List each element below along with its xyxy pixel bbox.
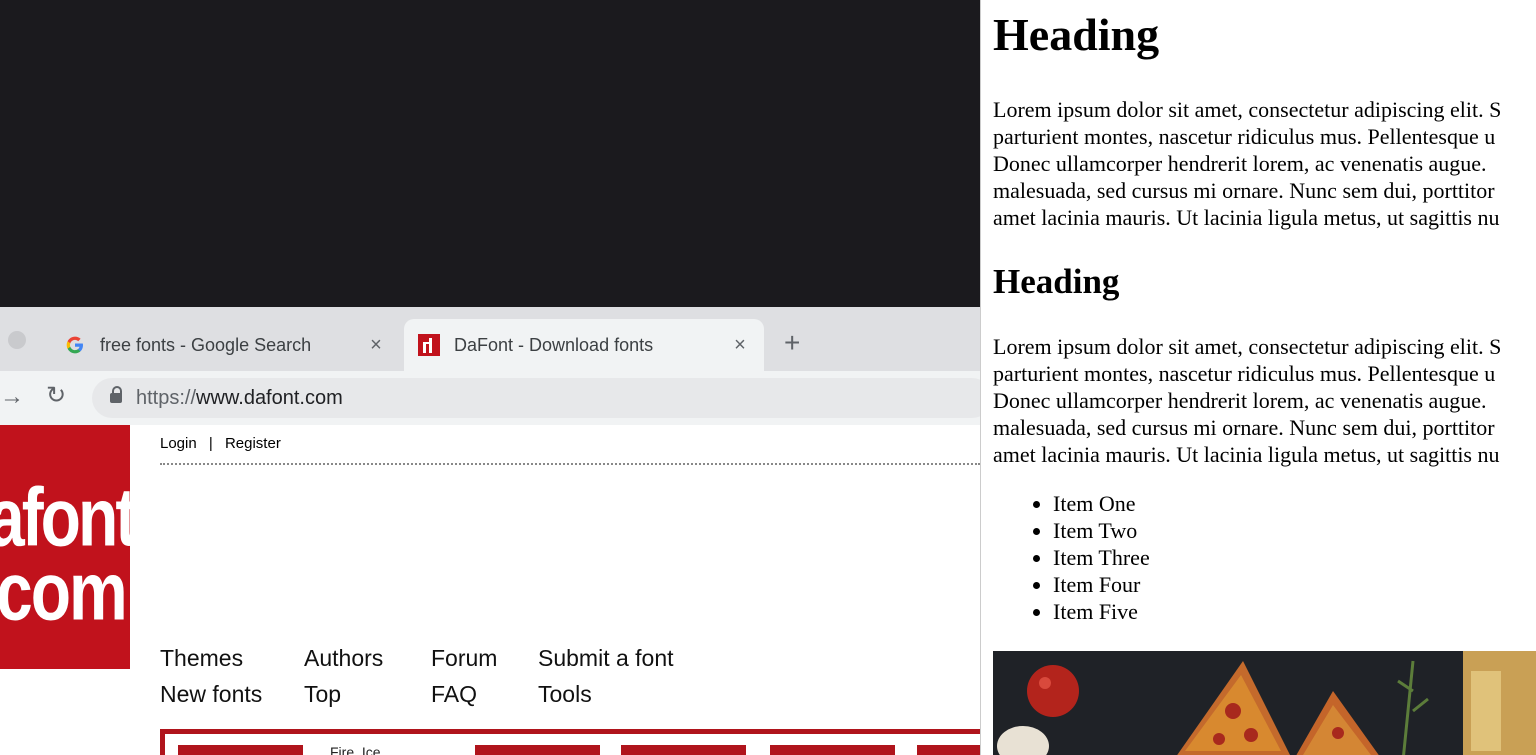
url-text: https://www.dafont.com bbox=[136, 387, 343, 410]
heading-1: Heading bbox=[993, 9, 1160, 60]
list-item: Item One bbox=[1053, 490, 1150, 517]
window-control-icon[interactable] bbox=[8, 331, 26, 349]
tomato-shape bbox=[1027, 665, 1079, 717]
close-icon[interactable]: × bbox=[364, 334, 388, 357]
menu-item-forum[interactable]: Forum bbox=[431, 645, 497, 672]
browser-window: free fonts - Google Search × DaFont - Do… bbox=[0, 307, 980, 755]
category-bar: Fire, Ice bbox=[160, 729, 980, 755]
category-text[interactable]: Fire, Ice bbox=[330, 744, 381, 755]
auth-links: Login | Register bbox=[160, 435, 289, 452]
lock-icon bbox=[110, 386, 122, 404]
menu-item-top[interactable]: Top bbox=[304, 681, 341, 708]
address-bar[interactable]: https://www.dafont.com bbox=[92, 378, 980, 418]
list-item: Item Five bbox=[1053, 598, 1150, 625]
heading-2: Heading bbox=[993, 262, 1120, 301]
category-cell[interactable] bbox=[917, 745, 980, 755]
tab-google-search[interactable]: free fonts - Google Search × bbox=[50, 319, 400, 371]
dafont-logo[interactable]: afont com bbox=[0, 425, 130, 669]
item-list: Item One Item Two Item Three Item Four I… bbox=[993, 490, 1150, 625]
list-item: Item Three bbox=[1053, 544, 1150, 571]
menu-item-authors[interactable]: Authors bbox=[304, 645, 383, 672]
pizza-photo bbox=[993, 651, 1536, 755]
category-cell[interactable] bbox=[770, 745, 895, 755]
list-item: Item Two bbox=[1053, 517, 1150, 544]
close-icon[interactable]: × bbox=[728, 334, 752, 357]
preview-window: Heading Lorem ipsum dolor sit amet, cons… bbox=[980, 0, 1536, 755]
menu-item-submit-font[interactable]: Submit a font bbox=[538, 645, 674, 672]
google-g-icon bbox=[64, 334, 86, 356]
category-cell[interactable] bbox=[621, 745, 746, 755]
reload-icon[interactable]: ↻ bbox=[46, 381, 66, 410]
tab-title: free fonts - Google Search bbox=[100, 334, 312, 355]
url-host: www.dafont.com bbox=[196, 386, 343, 409]
category-cell[interactable] bbox=[475, 745, 600, 755]
menu-item-tools[interactable]: Tools bbox=[538, 681, 592, 708]
paragraph-2: Lorem ipsum dolor sit amet, consectetur … bbox=[993, 334, 1502, 467]
tab-title: DaFont - Download fonts bbox=[454, 334, 654, 355]
logo-line-2: com bbox=[0, 544, 128, 637]
url-scheme: https:// bbox=[136, 386, 197, 409]
dark-background-area bbox=[0, 0, 980, 307]
register-link[interactable]: Register bbox=[225, 435, 281, 452]
menu-item-themes[interactable]: Themes bbox=[160, 645, 243, 672]
menu-item-new-fonts[interactable]: New fonts bbox=[160, 681, 262, 708]
dafont-page: afont com Login | Register Themes Author… bbox=[0, 425, 980, 755]
auth-separator: | bbox=[208, 435, 213, 452]
tab-strip: free fonts - Google Search × DaFont - Do… bbox=[0, 307, 980, 371]
login-link[interactable]: Login bbox=[160, 435, 197, 452]
menu-item-faq[interactable]: FAQ bbox=[431, 681, 477, 708]
dotted-divider bbox=[160, 463, 980, 465]
browser-toolbar: → ↻ https://www.dafont.com bbox=[0, 371, 980, 426]
forward-arrow-icon[interactable]: → bbox=[0, 383, 24, 411]
tab-dafont[interactable]: DaFont - Download fonts × bbox=[404, 319, 764, 371]
paragraph-1: Lorem ipsum dolor sit amet, consectetur … bbox=[993, 97, 1502, 230]
category-cell[interactable] bbox=[178, 745, 303, 755]
dafont-favicon-icon bbox=[418, 334, 440, 356]
list-item: Item Four bbox=[1053, 571, 1150, 598]
new-tab-button[interactable]: + bbox=[784, 329, 800, 357]
